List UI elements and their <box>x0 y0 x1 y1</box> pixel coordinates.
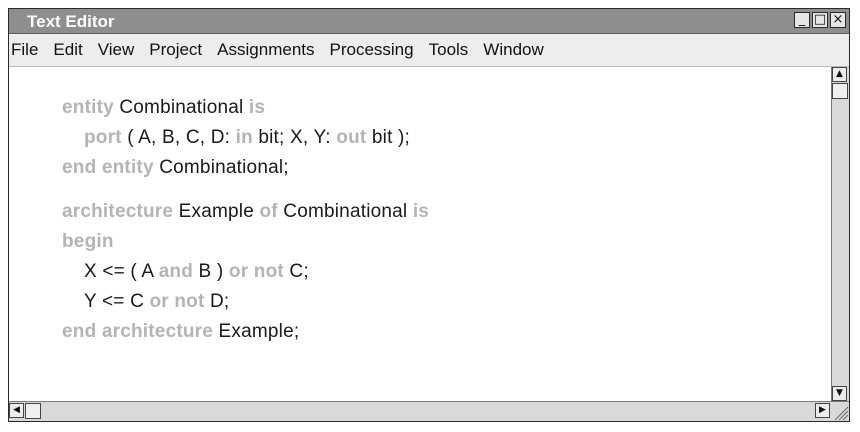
vertical-scrollbar[interactable]: ▲ ▼ <box>831 67 849 401</box>
code-token: B ) <box>193 261 229 282</box>
code-token: bit; X, Y: <box>252 127 337 148</box>
keyword: or not <box>149 291 205 312</box>
keyword: is <box>248 97 266 118</box>
code-token: C; <box>283 261 309 282</box>
keyword: of <box>259 201 278 222</box>
code-line: X <= ( A and B ) or not C; <box>62 257 429 287</box>
code-token: Combinational <box>113 97 249 118</box>
keyword: or not <box>228 261 284 282</box>
scroll-down-arrow-icon[interactable]: ▼ <box>832 386 847 401</box>
code-line: entity Combinational is <box>62 93 429 123</box>
keyword: end architecture <box>62 321 214 342</box>
code-token: Combinational <box>277 201 413 222</box>
title-bar[interactable]: Text Editor _ □ × <box>9 9 849 34</box>
menu-bar: File Edit View Project Assignments Processing… <box>9 34 849 67</box>
code-token: X <= ( A <box>84 261 159 282</box>
menu-window[interactable]: Window <box>475 40 550 60</box>
keyword: in <box>235 127 253 148</box>
close-button[interactable]: × <box>830 12 846 28</box>
window-controls: _ □ × <box>794 12 846 28</box>
code-token: Example; <box>213 321 300 342</box>
code-token: Combinational; <box>153 157 289 178</box>
code-text: entity Combinational is port ( A, B, C, D… <box>62 93 429 347</box>
keyword: and <box>158 261 194 282</box>
keyword: port <box>84 127 122 148</box>
menu-edit[interactable]: Edit <box>45 40 89 60</box>
maximize-button[interactable]: □ <box>812 12 828 28</box>
code-line: Y <= C or not D; <box>62 287 429 317</box>
menu-processing[interactable]: Processing <box>322 40 421 60</box>
code-line: port ( A, B, C, D: in bit; X, Y: out bit… <box>62 123 429 153</box>
menu-file[interactable]: File <box>9 40 45 60</box>
menu-project[interactable]: Project <box>141 40 209 60</box>
keyword: entity <box>62 97 114 118</box>
code-line: end entity Combinational; <box>62 153 429 183</box>
keyword: end entity <box>62 157 154 178</box>
code-line: architecture Example of Combinational is <box>62 197 429 227</box>
scroll-up-arrow-icon[interactable]: ▲ <box>832 67 847 82</box>
keyword: is <box>412 201 430 222</box>
menu-assignments[interactable]: Assignments <box>209 40 321 60</box>
keyword: begin <box>62 231 114 252</box>
code-line: end architecture Example; <box>62 317 429 347</box>
keyword: out <box>336 127 367 148</box>
code-line: begin <box>62 227 429 257</box>
keyword: architecture <box>62 201 174 222</box>
code-editor[interactable]: entity Combinational is port ( A, B, C, D… <box>9 67 831 401</box>
horizontal-scrollbar[interactable]: ◀ ▶ <box>9 401 849 421</box>
text-editor-window: Text Editor _ □ × File Edit View Project Ass… <box>8 8 850 422</box>
horizontal-scroll-thumb[interactable] <box>25 403 41 419</box>
vertical-scroll-thumb[interactable] <box>832 83 848 99</box>
window-title: Text Editor <box>27 12 115 31</box>
code-token: Example <box>173 201 260 222</box>
code-token: D; <box>204 291 230 312</box>
scroll-left-arrow-icon[interactable]: ◀ <box>9 403 24 418</box>
menu-tools[interactable]: Tools <box>421 40 476 60</box>
menu-view[interactable]: View <box>90 40 142 60</box>
menu-items: File Edit View Project Assignments Processing… <box>9 40 551 60</box>
code-token: bit ); <box>366 127 411 148</box>
resize-grip-icon[interactable] <box>831 402 849 421</box>
code-token: ( A, B, C, D: <box>121 127 236 148</box>
scroll-right-arrow-icon[interactable]: ▶ <box>815 403 830 418</box>
minimize-button[interactable]: _ <box>794 12 810 28</box>
code-token: Y <= C <box>84 291 150 312</box>
